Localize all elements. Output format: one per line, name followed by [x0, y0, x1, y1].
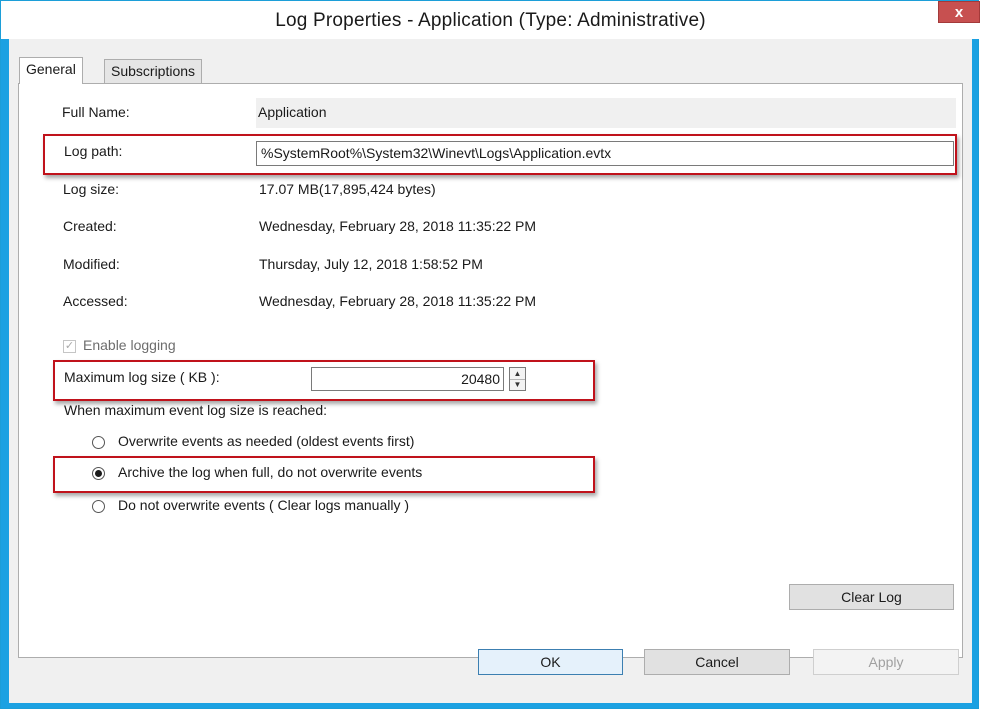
full-name-label: Full Name: [62, 104, 130, 120]
full-name-value: Application [258, 104, 327, 120]
max-size-input[interactable]: 20480 [311, 367, 504, 391]
tab-subscriptions-label: Subscriptions [111, 63, 196, 79]
checkmark-icon: ✓ [64, 340, 75, 352]
when-reached-label: When maximum event log size is reached: [64, 402, 327, 418]
max-size-spinner[interactable]: ▲ ▼ [509, 367, 526, 391]
clear-log-button[interactable]: Clear Log [789, 584, 954, 610]
tab-general[interactable]: General [19, 57, 83, 84]
log-size-label: Log size: [63, 181, 120, 197]
ok-button[interactable]: OK [478, 649, 623, 675]
window-title: Log Properties - Application (Type: Admi… [275, 10, 706, 31]
log-path-input[interactable]: %SystemRoot%\System32\Winevt\Logs\Applic… [256, 141, 954, 166]
radio-do-not-overwrite-label[interactable]: Do not overwrite events ( Clear logs man… [118, 497, 409, 513]
radio-overwrite-as-needed-label[interactable]: Overwrite events as needed (oldest event… [118, 433, 414, 449]
full-name-field [256, 98, 956, 128]
close-icon: x [954, 4, 964, 21]
log-properties-dialog: Log Properties - Application (Type: Admi… [0, 0, 980, 709]
log-size-value: 17.07 MB(17,895,424 bytes) [259, 181, 436, 197]
max-size-label: Maximum log size ( KB ): [64, 369, 220, 385]
created-label: Created: [63, 218, 117, 234]
radio-archive-when-full-label[interactable]: Archive the log when full, do not overwr… [118, 464, 422, 480]
apply-button[interactable]: Apply [813, 649, 959, 675]
radio-do-not-overwrite[interactable] [92, 500, 105, 513]
accessed-value: Wednesday, February 28, 2018 11:35:22 PM [259, 293, 537, 309]
title-bar[interactable]: Log Properties - Application (Type: Admi… [1, 1, 980, 39]
close-button[interactable]: x [938, 1, 980, 23]
cancel-button[interactable]: Cancel [644, 649, 790, 675]
log-path-label: Log path: [64, 143, 123, 159]
spin-down-icon[interactable]: ▼ [510, 379, 525, 390]
dialog-client-area: General Subscriptions Full Name: Applica… [9, 39, 972, 703]
radio-selected-dot [95, 470, 102, 477]
modified-label: Modified: [63, 256, 120, 272]
modified-value: Thursday, July 12, 2018 1:58:52 PM [259, 256, 483, 272]
enable-logging-label: Enable logging [83, 337, 176, 353]
radio-archive-when-full[interactable] [92, 467, 105, 480]
radio-overwrite-as-needed[interactable] [92, 436, 105, 449]
created-value: Wednesday, February 28, 2018 11:35:22 PM [259, 218, 537, 234]
general-tab-page: Full Name: Application Log path: %System… [18, 83, 963, 658]
tab-subscriptions[interactable]: Subscriptions [104, 59, 203, 84]
enable-logging-checkbox[interactable]: ✓ [63, 340, 76, 353]
accessed-label: Accessed: [63, 293, 128, 309]
tab-general-label: General [26, 61, 76, 77]
